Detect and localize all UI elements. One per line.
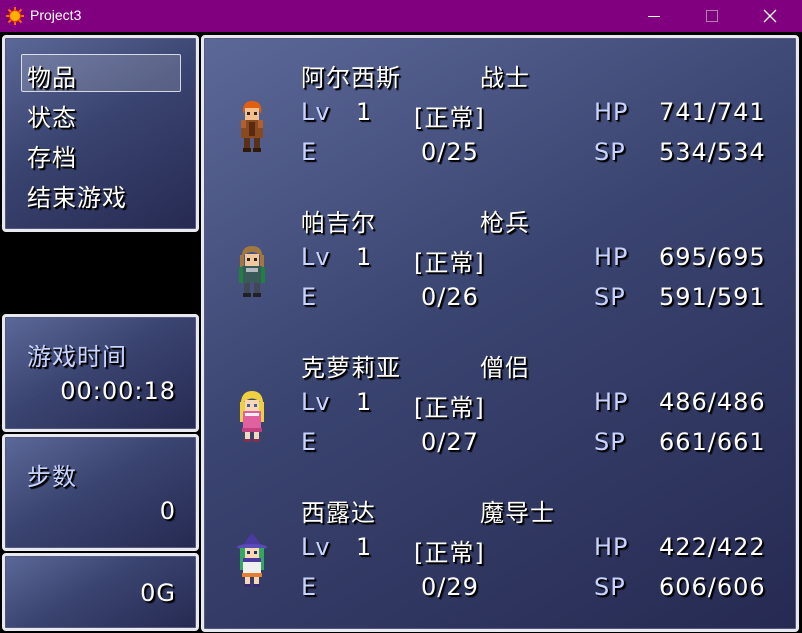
exp-value: 0/25 — [421, 138, 479, 166]
steps-window: 步数 0 — [2, 434, 199, 551]
window-title: Project3 — [30, 7, 82, 23]
gold-window: 0G — [2, 553, 199, 631]
cleric-sprite — [240, 391, 264, 442]
sp-label: SP — [594, 138, 626, 166]
maximize-icon — [706, 10, 718, 22]
party-status-window: 阿尔西斯 战士 Lv 1 [正常] HP 741/741 E 0/25 SP 5… — [201, 35, 799, 632]
status-state: [正常] — [414, 249, 485, 277]
level-label: Lv — [301, 243, 331, 271]
status-state: [正常] — [414, 539, 485, 567]
exp-value: 0/27 — [421, 428, 479, 456]
minimize-icon — [648, 16, 660, 17]
gold-value: 0G — [140, 579, 176, 607]
close-icon — [763, 9, 777, 23]
member-class: 战士 — [480, 64, 530, 92]
hp-label: HP — [594, 533, 629, 561]
menu-item-items[interactable]: 物品 — [27, 58, 77, 93]
playtime-window: 游戏时间 00:00:18 — [2, 314, 199, 432]
level-value: 1 — [356, 533, 373, 561]
level-value: 1 — [356, 388, 373, 416]
member-class: 僧侣 — [480, 354, 530, 382]
maximize-button[interactable] — [684, 0, 742, 32]
member-name: 阿尔西斯 — [301, 64, 401, 92]
steps-value: 0 — [159, 497, 176, 525]
hp-value: 741/741 — [659, 98, 766, 126]
close-button[interactable] — [742, 0, 800, 32]
hp-label: HP — [594, 243, 629, 271]
sp-label: SP — [594, 283, 626, 311]
playtime-value: 00:00:18 — [60, 377, 176, 405]
level-value: 1 — [356, 98, 373, 126]
member-class: 魔导士 — [480, 499, 555, 527]
hp-value: 422/422 — [659, 533, 766, 561]
sp-value: 606/606 — [659, 573, 766, 601]
hp-label: HP — [594, 98, 629, 126]
menu-item-save[interactable]: 存档 — [27, 138, 77, 173]
playtime-label: 游戏时间 — [27, 343, 127, 371]
member-name: 帕吉尔 — [301, 209, 376, 237]
member-class: 枪兵 — [480, 209, 530, 237]
level-value: 1 — [356, 243, 373, 271]
status-state: [正常] — [414, 394, 485, 422]
command-menu-window: 物品 状态 存档 结束游戏 — [2, 35, 199, 232]
steps-label: 步数 — [27, 463, 77, 491]
level-label: Lv — [301, 533, 331, 561]
exp-label: E — [301, 573, 318, 601]
hp-value: 486/486 — [659, 388, 766, 416]
title-bar[interactable]: Project3 — [0, 0, 802, 32]
lancer-sprite — [239, 246, 265, 297]
sp-value: 534/534 — [659, 138, 766, 166]
warrior-sprite — [241, 101, 263, 152]
member-name: 西露达 — [301, 499, 376, 527]
mage-sprite — [237, 533, 267, 587]
sun-icon — [6, 7, 24, 25]
sp-label: SP — [594, 573, 626, 601]
status-state: [正常] — [414, 104, 485, 132]
exp-label: E — [301, 428, 318, 456]
sp-value: 591/591 — [659, 283, 766, 311]
hp-value: 695/695 — [659, 243, 766, 271]
exp-label: E — [301, 283, 318, 311]
menu-item-end-game[interactable]: 结束游戏 — [27, 178, 127, 213]
exp-value: 0/29 — [421, 573, 479, 601]
hp-label: HP — [594, 388, 629, 416]
sp-value: 661/661 — [659, 428, 766, 456]
member-name: 克萝莉亚 — [301, 354, 401, 382]
minimize-button[interactable] — [626, 0, 684, 32]
exp-label: E — [301, 138, 318, 166]
exp-value: 0/26 — [421, 283, 479, 311]
menu-item-status[interactable]: 状态 — [27, 98, 77, 133]
sp-label: SP — [594, 428, 626, 456]
level-label: Lv — [301, 388, 331, 416]
game-screen: 物品 状态 存档 结束游戏 游戏时间 00:00:18 步数 0 0G 阿尔西斯… — [0, 32, 802, 633]
level-label: Lv — [301, 98, 331, 126]
